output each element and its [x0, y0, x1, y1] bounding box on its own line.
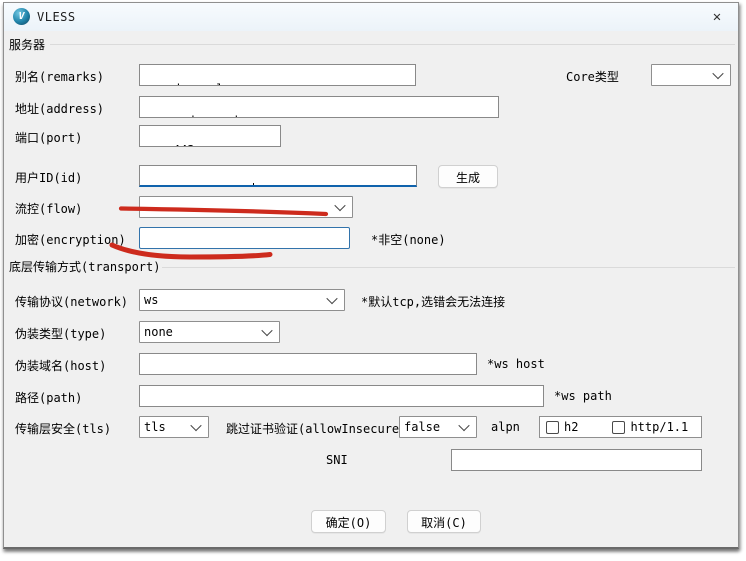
network-select[interactable]: ws [139, 289, 345, 311]
id-value: xxxxxxxxxxx [173, 183, 252, 185]
type-value: none [144, 325, 173, 339]
vless-dialog: V VLESS ✕ 服务器 别名(remarks) deno¬vless Cor… [3, 2, 739, 549]
cancel-button[interactable]: 取消(C) [407, 510, 481, 533]
flow-label: 流控(flow) [15, 202, 83, 216]
remarks-input[interactable]: deno¬vless [139, 64, 416, 86]
core-type-select[interactable] [651, 64, 731, 86]
allow-insecure-label: 跳过证书验证(allowInsecure) [226, 422, 407, 436]
chevron-down-icon [458, 419, 470, 432]
host-input[interactable] [139, 353, 477, 375]
host-hint: *ws host [487, 357, 545, 371]
path-label: 路径(path) [15, 391, 83, 405]
tls-select[interactable]: tls [139, 416, 209, 438]
transport-group-label: 底层传输方式(transport) [9, 260, 161, 274]
port-label: 端口(port) [15, 131, 83, 145]
close-button[interactable]: ✕ [704, 6, 730, 28]
server-group-label: 服务器 [9, 38, 46, 52]
type-label: 伪装类型(type) [15, 327, 107, 341]
generate-button[interactable]: 生成 [438, 165, 498, 188]
allow-insecure-select[interactable]: false [399, 416, 477, 438]
text-caret [253, 183, 255, 185]
alpn-http11-checkbox[interactable] [612, 420, 626, 434]
vless-app-icon: V [13, 8, 30, 25]
alpn-h2-label: h2 [564, 420, 579, 434]
tls-label: 传输层安全(tls) [15, 422, 112, 436]
chevron-down-icon [261, 324, 273, 337]
title-bar[interactable]: V VLESS ✕ [4, 3, 738, 31]
allow-insecure-value: false [404, 420, 441, 434]
chevron-down-icon [326, 292, 338, 305]
encryption-label: 加密(encryption) [15, 233, 126, 247]
remarks-label: 别名(remarks) [15, 70, 105, 84]
alpn-h2-checkbox[interactable] [546, 420, 559, 434]
encryption-hint: *非空(none) [371, 233, 446, 247]
chevron-down-icon [190, 419, 202, 432]
ok-button[interactable]: 确定(O) [311, 510, 386, 533]
server-group-line [50, 44, 735, 45]
alpn-label: alpn [491, 420, 520, 434]
host-label: 伪装域名(host) [15, 359, 107, 373]
encryption-value: none [173, 245, 202, 248]
chevron-down-icon [334, 199, 346, 212]
close-icon: ✕ [712, 9, 722, 25]
alpn-http11-label: http/1.1 [630, 420, 689, 434]
tls-value: tls [144, 420, 166, 434]
flow-select[interactable] [139, 196, 353, 218]
port-value: 443 [173, 143, 195, 146]
address-value: . deno. dev [173, 114, 252, 117]
network-label: 传输协议(network) [15, 295, 129, 309]
transport-group-line [162, 267, 735, 268]
remarks-value: deno¬vless [173, 82, 245, 85]
port-input[interactable]: 443 [139, 125, 281, 147]
address-label: 地址(address) [15, 102, 105, 116]
encryption-input[interactable]: none [139, 227, 350, 249]
path-hint: *ws path [554, 389, 612, 403]
path-input[interactable] [139, 385, 544, 407]
type-select[interactable]: none [139, 321, 280, 343]
window-title: VLESS [37, 10, 76, 24]
network-value: ws [144, 293, 159, 307]
address-input[interactable]: . deno. dev [139, 96, 499, 118]
chevron-down-icon [712, 67, 724, 80]
core-type-label: Core类型 [566, 70, 619, 84]
id-input[interactable]: xxxxxxxxxxx [139, 165, 417, 187]
id-label: 用户ID(id) [15, 171, 83, 185]
sni-label: SNI [326, 453, 348, 467]
alpn-options-box: h2 http/1.1 [539, 416, 702, 438]
network-hint: *默认tcp,选错会无法连接 [361, 295, 506, 309]
sni-input[interactable] [451, 449, 702, 471]
